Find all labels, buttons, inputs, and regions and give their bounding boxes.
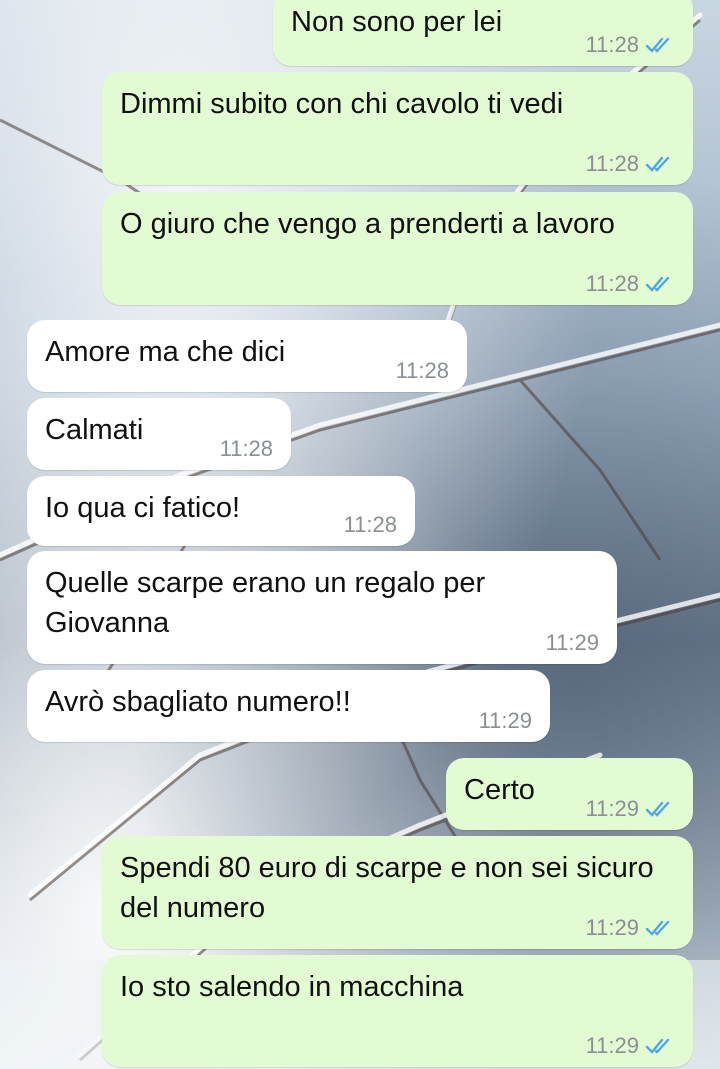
message-time: 11:29 bbox=[478, 708, 532, 733]
read-ticks-icon bbox=[645, 156, 670, 172]
message-meta: 11:29 bbox=[586, 915, 675, 941]
read-ticks-icon bbox=[645, 920, 670, 936]
message-time: 11:28 bbox=[585, 151, 639, 176]
message-meta: 11:29 bbox=[586, 796, 675, 822]
read-ticks-icon bbox=[645, 801, 670, 817]
message-meta: 11:29 bbox=[546, 630, 599, 656]
message-bubble-incoming[interactable]: Avrò sbagliato numero!! 11:29 bbox=[27, 670, 550, 742]
message-bubble-outgoing[interactable]: Non sono per lei 11:28 bbox=[273, 0, 693, 66]
message-text: Dimmi subito con chi cavolo ti vedi bbox=[120, 88, 564, 120]
message-meta: 11:28 bbox=[586, 271, 675, 297]
message-text: O giuro che vengo a prenderti a lavoro bbox=[120, 208, 615, 240]
message-time: 11:28 bbox=[585, 32, 639, 57]
message-bubble-incoming[interactable]: Io qua ci fatico! 11:28 bbox=[27, 476, 415, 546]
message-bubble-incoming[interactable]: Calmati 11:28 bbox=[27, 398, 291, 470]
message-time: 11:29 bbox=[585, 915, 639, 940]
message-meta: 11:29 bbox=[586, 1033, 675, 1059]
message-meta: 11:28 bbox=[220, 436, 273, 462]
message-list[interactable]: Non sono per lei 11:28 Dimmi subito con … bbox=[0, 0, 720, 1069]
message-time: 11:29 bbox=[585, 1033, 639, 1058]
message-time: 11:28 bbox=[219, 436, 273, 461]
message-bubble-outgoing[interactable]: Certo 11:29 bbox=[446, 758, 693, 830]
message-text: Quelle scarpe erano un regalo per Giovan… bbox=[45, 567, 494, 639]
message-text: Amore ma che dici bbox=[45, 336, 286, 368]
read-ticks-icon bbox=[645, 1038, 670, 1054]
message-meta: 11:28 bbox=[586, 32, 675, 58]
message-bubble-incoming[interactable]: Amore ma che dici 11:28 bbox=[27, 320, 467, 392]
message-meta: 11:28 bbox=[586, 151, 675, 177]
message-bubble-outgoing[interactable]: O giuro che vengo a prenderti a lavoro 1… bbox=[102, 192, 693, 305]
message-time: 11:29 bbox=[545, 630, 599, 655]
message-bubble-incoming[interactable]: Quelle scarpe erano un regalo per Giovan… bbox=[27, 551, 617, 664]
message-bubble-outgoing[interactable]: Spendi 80 euro di scarpe e non sei sicur… bbox=[102, 836, 693, 949]
message-time: 11:29 bbox=[585, 796, 639, 821]
message-meta: 11:28 bbox=[344, 512, 397, 538]
message-time: 11:28 bbox=[585, 271, 639, 296]
read-ticks-icon bbox=[645, 276, 670, 292]
read-ticks-icon bbox=[645, 37, 670, 53]
message-time: 11:28 bbox=[395, 358, 449, 383]
message-meta: 11:28 bbox=[396, 358, 449, 384]
message-time: 11:28 bbox=[343, 512, 397, 537]
message-text: Io sto salendo in macchina bbox=[120, 971, 464, 1003]
message-meta: 11:29 bbox=[479, 708, 532, 734]
message-bubble-outgoing[interactable]: Io sto salendo in macchina 11:29 bbox=[102, 955, 693, 1067]
message-bubble-outgoing[interactable]: Dimmi subito con chi cavolo ti vedi 11:2… bbox=[102, 72, 693, 185]
message-text: Avrò sbagliato numero!! bbox=[45, 686, 351, 718]
